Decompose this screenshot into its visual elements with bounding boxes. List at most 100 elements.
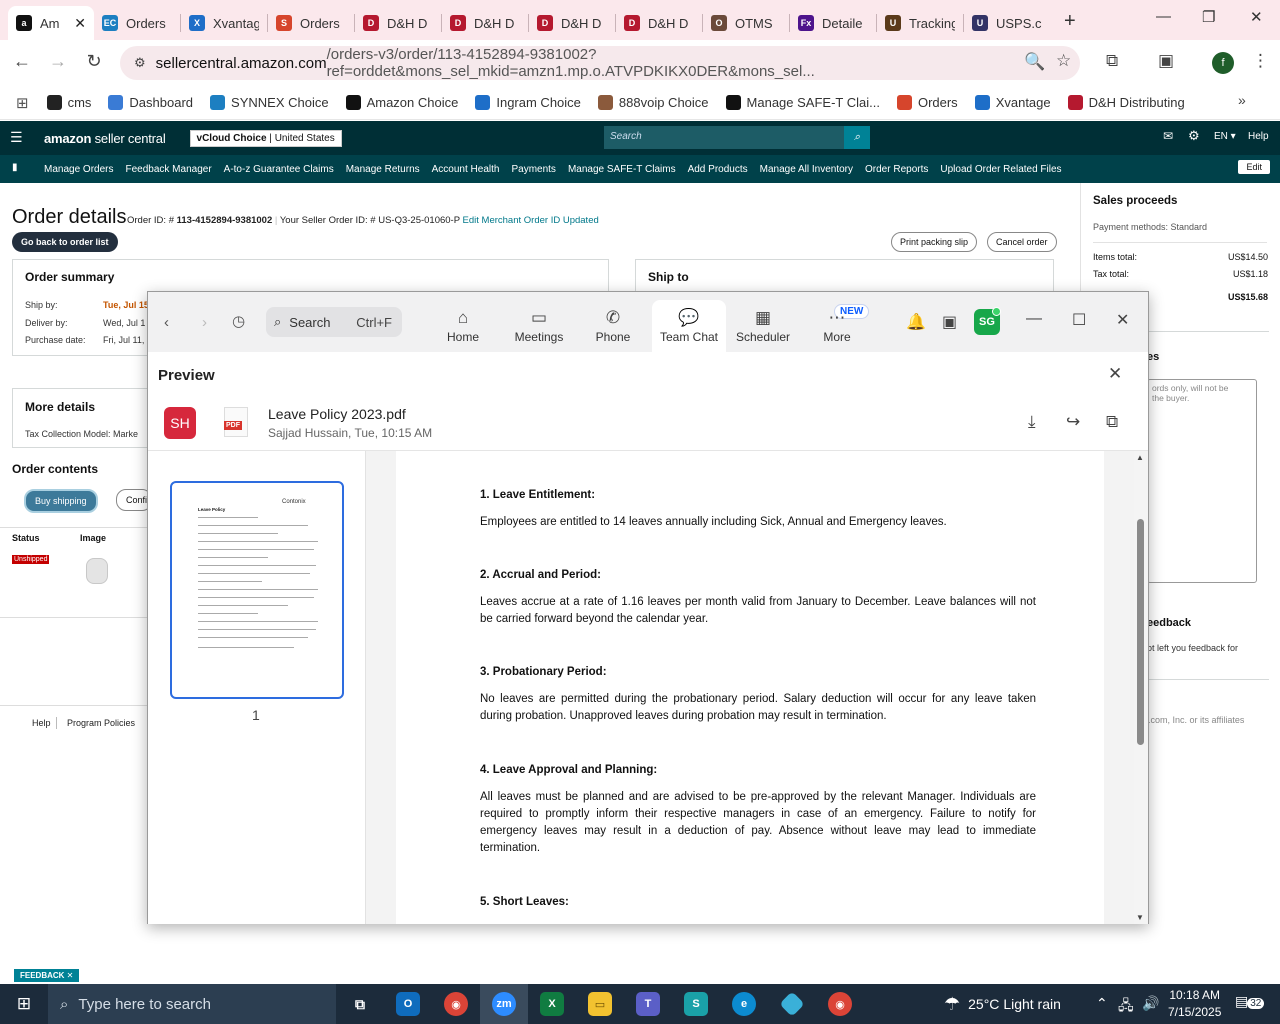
seller-nav-item[interactable]: Upload Order Related Files [940, 164, 1061, 175]
zoom-tab-meetings[interactable]: ▭ Meetings [502, 300, 576, 352]
close-tab-icon[interactable]: ✕ [74, 15, 86, 32]
hamburger-menu-icon[interactable]: ☰ [10, 129, 23, 146]
bookmark-item[interactable]: Dashboard [108, 95, 193, 110]
bookmark-item[interactable]: SYNNEX Choice [210, 95, 329, 110]
back-arrow-icon[interactable]: ← [4, 51, 40, 72]
site-settings-icon[interactable]: ⚙ [134, 55, 146, 71]
bookmark-item[interactable]: Orders [896, 95, 958, 110]
seller-notes-textarea[interactable]: ords only, will not be the buyer. [1147, 379, 1257, 583]
bell-icon[interactable]: 🔔 [906, 312, 926, 332]
sway-app-icon[interactable]: S [672, 984, 720, 1024]
teams-icon[interactable]: T [624, 984, 672, 1024]
network-icon[interactable]: 🖧 [1118, 995, 1134, 1019]
scroll-up-icon[interactable]: ▲ [1136, 453, 1144, 462]
language-selector[interactable]: EN ▾ [1214, 131, 1236, 142]
zoom-tab-scheduler[interactable]: ▦ Scheduler [726, 300, 800, 352]
seller-nav-item[interactable]: Manage Returns [346, 164, 420, 175]
updated-link[interactable]: Updated [563, 215, 599, 226]
browser-tab[interactable]: O OTMS [703, 6, 789, 40]
windows-start-icon[interactable]: ⊞ [0, 994, 48, 1014]
forward-arrow-icon[interactable]: → [40, 51, 76, 72]
help-link[interactable]: Help [1248, 131, 1269, 142]
bookmark-pin-icon[interactable]: ▮ [12, 162, 18, 173]
browser-tab[interactable]: EC Orders [94, 6, 180, 40]
history-clock-icon[interactable]: ◷ [232, 312, 245, 330]
product-thumbnail[interactable] [86, 558, 108, 584]
extensions-icon[interactable]: ⧉ [1106, 51, 1118, 71]
back-to-order-list-button[interactable]: Go back to order list [12, 232, 118, 252]
scroll-down-icon[interactable]: ▼ [1136, 913, 1144, 922]
zoom-search-box[interactable]: ⌕ Search Ctrl+F [266, 307, 402, 337]
search-icon[interactable]: ⌕ [844, 126, 870, 149]
bookmark-item[interactable]: 888voip Choice [597, 95, 709, 110]
system-clock[interactable]: 10:18 AM 7/15/2025 [1168, 987, 1221, 1021]
chrome-profile-icon[interactable]: ◉ [816, 984, 864, 1024]
zoom-tab-phone[interactable]: ✆ Phone [576, 300, 650, 352]
diamond-app-icon[interactable] [768, 984, 816, 1024]
footer-policies-link[interactable]: Program Policies [67, 718, 135, 728]
seller-nav-item[interactable]: Feedback Manager [125, 164, 211, 175]
seller-search-input[interactable]: Search ⌕ [604, 126, 870, 149]
print-packing-slip-button[interactable]: Print packing slip [891, 232, 978, 252]
browser-tab[interactable]: S Orders [268, 6, 354, 40]
share-icon[interactable]: ↪ [1066, 412, 1080, 432]
edge-icon[interactable]: e [720, 984, 768, 1024]
browser-menu-icon[interactable]: ⋮ [1252, 51, 1269, 71]
seller-nav-item[interactable]: Manage Orders [44, 164, 113, 175]
page-thumbnail[interactable]: Contonix Leave Policy [170, 481, 344, 699]
bookmark-item[interactable]: Xvantage [974, 95, 1051, 110]
browser-tab[interactable]: D D&H D [616, 6, 702, 40]
close-window-icon[interactable]: ✕ [1250, 8, 1263, 26]
gift-icon[interactable]: ▣ [942, 312, 957, 332]
bookmark-item[interactable]: cms [46, 95, 91, 110]
close-preview-icon[interactable]: ✕ [1108, 364, 1122, 384]
notification-center[interactable]: ▤ 32 [1235, 993, 1265, 1010]
file-explorer-icon[interactable]: ▭ [576, 984, 624, 1024]
zoom-app-icon[interactable]: zm [480, 984, 528, 1024]
browser-tab[interactable]: D D&H D [355, 6, 441, 40]
cancel-order-button[interactable]: Cancel order [987, 232, 1057, 252]
browser-tab[interactable]: D D&H D [529, 6, 615, 40]
zoom-forward-icon[interactable]: › [202, 314, 207, 331]
gear-icon[interactable]: ⚙ [1188, 128, 1200, 144]
open-external-icon[interactable]: ⧉ [1106, 412, 1118, 432]
taskbar-search-input[interactable]: ⌕ Type here to search [48, 984, 336, 1024]
buy-shipping-button[interactable]: Buy shipping [24, 489, 98, 513]
browser-tab[interactable]: a Am ✕ [8, 6, 94, 40]
minimize-icon[interactable]: — [1026, 310, 1042, 328]
seller-central-logo[interactable]: amazon seller central [44, 131, 166, 146]
zoom-back-icon[interactable]: ‹ [164, 314, 169, 331]
more-bookmarks-icon[interactable]: » [1238, 92, 1246, 108]
seller-nav-item[interactable]: Order Reports [865, 164, 928, 175]
browser-tab[interactable]: U Tracking [877, 6, 963, 40]
address-bar[interactable]: ⚙ sellercentral.amazon.com/orders-v3/ord… [120, 46, 1080, 80]
zoom-search-icon[interactable]: 🔍 [1024, 52, 1045, 72]
pdf-scrollbar[interactable]: ▲ ▼ [1134, 451, 1148, 924]
bookmark-star-icon[interactable]: ☆ [1056, 51, 1071, 71]
seller-nav-item[interactable]: Account Health [432, 164, 500, 175]
browser-tab[interactable]: U USPS.cc [964, 6, 1050, 40]
restore-icon[interactable]: ❐ [1202, 8, 1215, 26]
weather-widget[interactable]: ☂ 25°C Light rain [944, 984, 1061, 1024]
bookmark-item[interactable]: Manage SAFE-T Clai... [725, 95, 880, 110]
seller-nav-item[interactable]: Manage SAFE-T Claims [568, 164, 676, 175]
seller-nav-item[interactable]: Manage All Inventory [760, 164, 853, 175]
mail-icon[interactable]: ✉ [1163, 129, 1173, 143]
apps-grid-icon[interactable]: ⊞ [16, 94, 29, 112]
edit-nav-button[interactable]: Edit [1238, 160, 1270, 174]
scrollbar-thumb[interactable] [1137, 519, 1144, 745]
bookmark-item[interactable]: Amazon Choice [345, 95, 458, 110]
download-icon[interactable]: ⤓ [1028, 412, 1036, 432]
tray-chevron-icon[interactable]: ⌃ [1096, 995, 1108, 1012]
close-window-icon[interactable]: ✕ [1116, 310, 1129, 330]
zoom-tab-team-chat[interactable]: 💬 Team Chat [652, 300, 726, 352]
store-switcher[interactable]: vCloud Choice | United States [189, 129, 342, 147]
excel-icon[interactable]: X [528, 984, 576, 1024]
zoom-tab-home[interactable]: ⌂ Home [426, 300, 500, 352]
seller-nav-item[interactable]: Add Products [688, 164, 748, 175]
bookmark-item[interactable]: Ingram Choice [475, 95, 581, 110]
maximize-icon[interactable]: ☐ [1072, 310, 1086, 330]
browser-tab[interactable]: Fx Detaile [790, 6, 876, 40]
feedback-tab[interactable]: FEEDBACK ✕ [14, 969, 80, 982]
seller-nav-item[interactable]: A-to-z Guarantee Claims [224, 164, 334, 175]
